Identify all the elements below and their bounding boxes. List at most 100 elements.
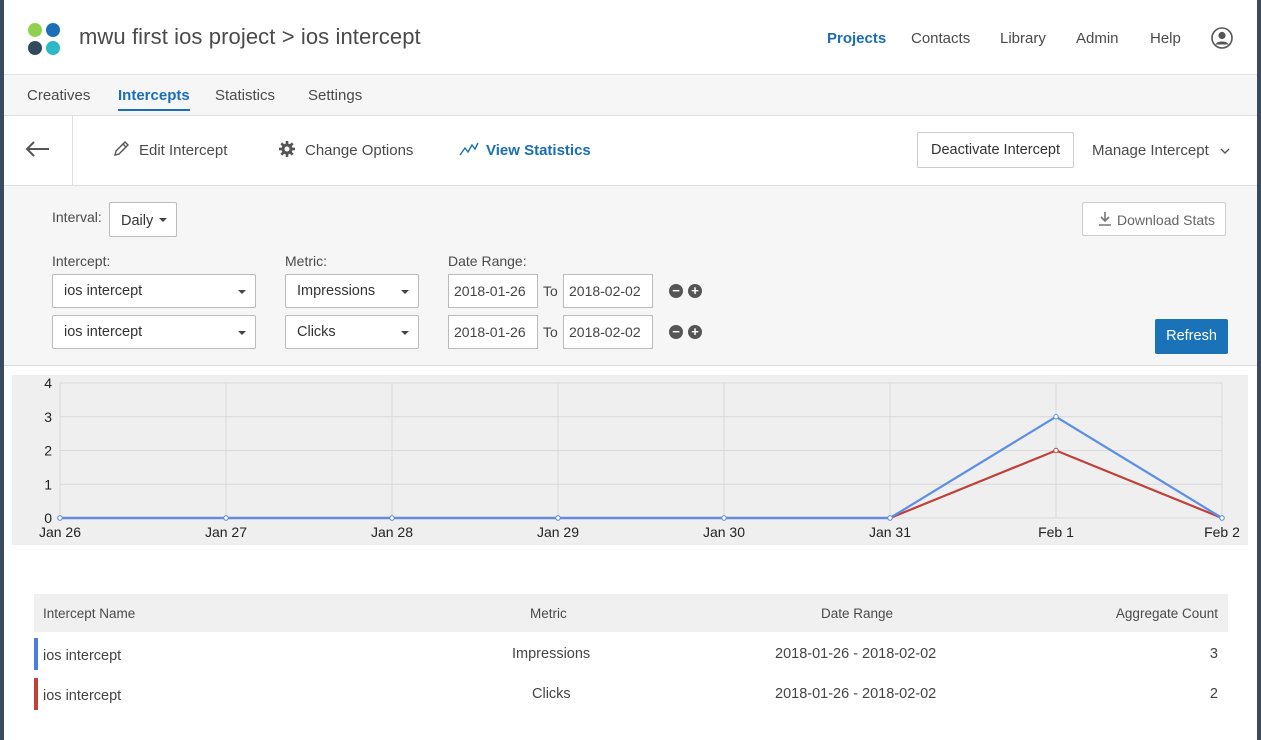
data-point-impressions <box>223 515 229 521</box>
row-date-range: 2018-01-26 - 2018-02-02 <box>775 686 937 702</box>
to-label: To <box>543 324 558 340</box>
data-point-impressions <box>389 515 395 521</box>
table-header: Intercept Name Metric Date Range Aggrega… <box>34 594 1228 632</box>
x-tick-label: Feb 2 <box>1204 524 1240 540</box>
row-count: 3 <box>1209 646 1218 662</box>
series-color-bar <box>34 678 38 710</box>
metric-label: Metric: <box>285 253 327 269</box>
date-to-input-1[interactable]: 2018-02-02 <box>563 274 653 308</box>
caret-down-icon <box>401 331 409 335</box>
table-row: ios intercept Clicks 2018-01-26 - 2018-0… <box>34 674 1228 712</box>
app-window: mwu first ios project > ios intercept Pr… <box>4 0 1257 740</box>
x-tick-label: Jan 30 <box>703 524 745 540</box>
top-header: mwu first ios project > ios intercept Pr… <box>4 0 1257 75</box>
section-tabs: Creatives Intercepts Statistics Settings <box>4 75 1257 116</box>
data-point-impressions <box>1053 414 1059 420</box>
intercept-select-value: ios intercept <box>64 283 143 299</box>
y-tick-label: 1 <box>44 476 52 492</box>
caret-down-icon <box>238 290 246 294</box>
intercept-toolbar: Edit Intercept Change Options View Stati… <box>4 116 1257 186</box>
change-options-label: Change Options <box>305 142 414 159</box>
manage-intercept-label: Manage Intercept <box>1092 142 1209 159</box>
x-tick-label: Jan 28 <box>371 524 413 540</box>
back-button[interactable] <box>4 116 73 185</box>
metric-select-2[interactable]: Clicks <box>285 315 419 349</box>
refresh-button[interactable]: Refresh <box>1155 319 1228 354</box>
deactivate-intercept-button[interactable]: Deactivate Intercept <box>917 132 1074 168</box>
to-label: To <box>543 283 558 299</box>
x-tick-label: Jan 27 <box>205 524 247 540</box>
x-tick-label: Feb 1 <box>1038 524 1074 540</box>
line-chart-icon <box>459 142 479 156</box>
data-point-clicks <box>1053 447 1059 454</box>
col-date-range: Date Range <box>821 606 894 621</box>
y-tick-label: 2 <box>44 443 52 459</box>
intercept-select-2[interactable]: ios intercept <box>52 315 256 349</box>
chart-background <box>12 375 1248 545</box>
x-tick-label: Jan 29 <box>537 524 579 540</box>
caret-down-icon <box>238 331 246 335</box>
date-from-input-2[interactable]: 2018-01-26 <box>448 315 538 349</box>
view-statistics-label: View Statistics <box>486 142 591 159</box>
interval-value: Daily <box>121 213 154 229</box>
download-stats-button[interactable]: Download Stats <box>1082 202 1226 236</box>
statistics-line-chart: 01234Jan 26 Jan 27 Jan 28 Jan 29 Jan 30 Jan 3… <box>12 375 1248 545</box>
x-tick-label: Jan 26 <box>39 524 81 540</box>
tab-intercepts[interactable]: Intercepts <box>118 87 190 111</box>
nav-help[interactable]: Help <box>1150 30 1181 47</box>
col-intercept-name: Intercept Name <box>43 606 136 621</box>
remove-row-icon[interactable]: − <box>669 325 683 339</box>
row-metric: Clicks <box>532 686 571 702</box>
pencil-icon <box>114 141 129 156</box>
nav-library[interactable]: Library <box>1000 30 1046 47</box>
interval-select[interactable]: Daily <box>109 202 177 237</box>
data-point-impressions <box>1219 515 1225 521</box>
download-icon <box>1099 212 1111 226</box>
user-account-icon[interactable] <box>1211 27 1233 49</box>
y-tick-label: 3 <box>44 409 52 425</box>
caret-down-icon <box>159 218 167 222</box>
add-row-icon[interactable]: + <box>688 325 702 339</box>
date-to-input-2[interactable]: 2018-02-02 <box>563 315 653 349</box>
row-intercept-name: ios intercept <box>43 688 122 704</box>
metric-select-1[interactable]: Impressions <box>285 274 419 308</box>
nav-contacts[interactable]: Contacts <box>911 30 970 47</box>
caret-down-icon <box>401 290 409 294</box>
x-tick-label: Jan 31 <box>869 524 911 540</box>
tab-settings[interactable]: Settings <box>308 87 362 104</box>
tab-creatives[interactable]: Creatives <box>27 87 90 104</box>
tab-statistics[interactable]: Statistics <box>215 87 275 104</box>
stats-filter-panel: Interval: Daily Download Stats Intercept… <box>4 186 1257 366</box>
col-aggregate-count: Aggregate Count <box>1115 606 1218 621</box>
page-title: mwu first ios project > ios intercept <box>79 24 421 49</box>
data-point-impressions <box>721 515 727 521</box>
date-from-input-1[interactable]: 2018-01-26 <box>448 274 538 308</box>
interval-label: Interval: <box>52 209 102 225</box>
metric-select-value: Impressions <box>297 283 376 299</box>
brand-logo[interactable] <box>28 23 62 57</box>
download-stats-label: Download Stats <box>1117 212 1216 228</box>
data-point-impressions <box>887 515 893 521</box>
y-tick-label: 4 <box>44 375 52 391</box>
col-metric: Metric <box>530 606 567 621</box>
table-row: ios intercept Impressions 2018-01-26 - 2… <box>34 634 1228 672</box>
row-metric: Impressions <box>512 646 591 662</box>
metric-select-value: Clicks <box>297 324 336 340</box>
series-color-bar <box>34 638 38 670</box>
intercept-label: Intercept: <box>52 253 111 269</box>
intercept-select-1[interactable]: ios intercept <box>52 274 256 308</box>
nav-projects[interactable]: Projects <box>827 30 886 47</box>
arrow-left-icon <box>25 141 49 157</box>
row-intercept-name: ios intercept <box>43 648 122 664</box>
row-count: 2 <box>1209 686 1218 702</box>
data-point-impressions <box>555 515 561 521</box>
date-range-label: Date Range: <box>448 253 527 269</box>
add-row-icon[interactable]: + <box>688 284 702 298</box>
intercept-select-value: ios intercept <box>64 324 143 340</box>
manage-intercept-dropdown[interactable]: Manage Intercept <box>1092 142 1231 159</box>
edit-intercept-label: Edit Intercept <box>139 142 228 159</box>
nav-admin[interactable]: Admin <box>1076 30 1119 47</box>
data-point-impressions <box>57 515 63 521</box>
chevron-down-icon <box>1220 148 1230 154</box>
remove-row-icon[interactable]: − <box>669 284 683 298</box>
